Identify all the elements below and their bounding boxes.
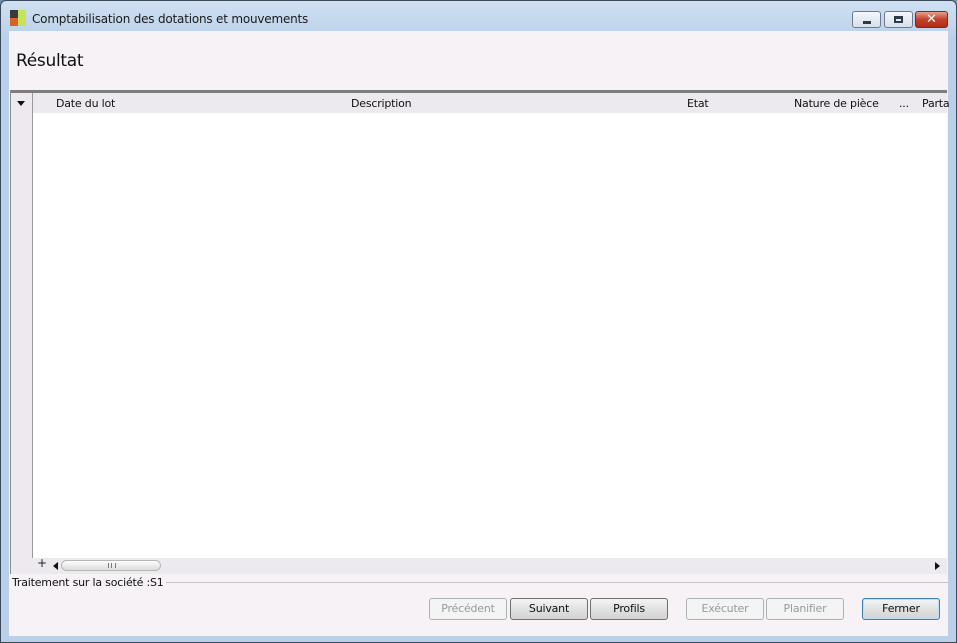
column-header-partage[interactable]: Parta (922, 97, 950, 110)
dialog-window: Comptabilisation des dotations et mouvem… (0, 0, 957, 643)
app-icon[interactable] (10, 10, 26, 26)
column-header-etat[interactable]: Etat (687, 97, 709, 110)
title-bar[interactable]: Comptabilisation des dotations et mouvem… (1, 1, 956, 31)
next-button[interactable]: Suivant (510, 598, 588, 620)
column-header-description[interactable]: Description (351, 97, 412, 110)
scrollbar-thumb[interactable] (61, 560, 161, 571)
add-row-icon[interactable]: + (37, 556, 47, 570)
execute-button[interactable]: Exécuter (686, 598, 764, 620)
arrow-right-icon[interactable] (935, 562, 940, 570)
status-text: Traitement sur la société :S1 (12, 576, 166, 589)
maximize-icon (894, 16, 903, 23)
column-header-nature[interactable]: Nature de pièce (794, 97, 879, 110)
minimize-icon (863, 21, 871, 24)
maximize-button[interactable] (884, 11, 913, 28)
column-header-date[interactable]: Date du lot (56, 97, 115, 110)
arrow-left-icon[interactable] (53, 562, 58, 570)
schedule-button[interactable]: Planifier (766, 598, 844, 620)
previous-button[interactable]: Précédent (429, 598, 507, 620)
horizontal-scrollbar[interactable]: + (11, 556, 947, 574)
status-separator (149, 582, 948, 583)
column-header-more[interactable]: ... (899, 97, 909, 110)
close-window-button[interactable]: ✕ (915, 11, 948, 28)
client-area: Résultat Date du lot Description Etat Na… (9, 31, 950, 636)
close-button[interactable]: Fermer (862, 598, 940, 620)
page-title: Résultat (16, 51, 84, 71)
chevron-down-icon[interactable] (17, 101, 25, 106)
results-grid[interactable]: Date du lot Description Etat Nature de p… (10, 90, 950, 574)
window-title: Comptabilisation des dotations et mouvem… (32, 12, 309, 26)
minimize-button[interactable] (852, 11, 881, 28)
close-icon: ✕ (926, 12, 937, 27)
profiles-button[interactable]: Profils (590, 598, 668, 620)
row-indicator-column (11, 93, 33, 574)
